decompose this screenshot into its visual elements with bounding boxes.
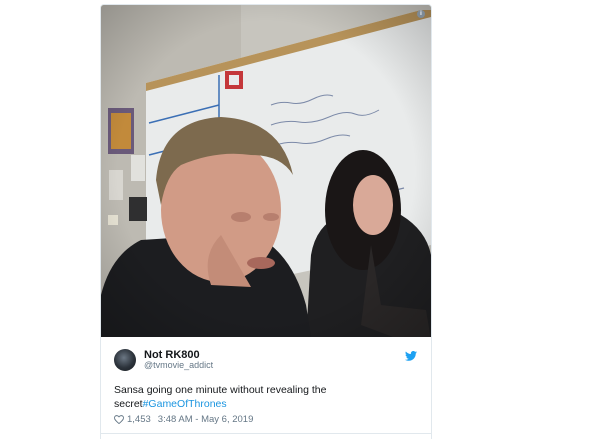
tweet-timestamp[interactable]: 3:48 AM - May 6, 2019 — [158, 414, 254, 425]
hashtag-link[interactable]: #GameOfThrones — [143, 398, 227, 410]
like-count[interactable]: 1,453 — [127, 414, 151, 425]
twitter-bird-icon[interactable] — [405, 351, 417, 361]
avatar[interactable] — [114, 349, 136, 371]
embedded-tweet-card[interactable]: i Not RK800 @tvmovie_addict Sansa going … — [100, 4, 432, 439]
heart-icon[interactable] — [114, 415, 124, 424]
tweet-text: Sansa going one minute without revealing… — [114, 383, 414, 411]
author-names: Not RK800 @tvmovie_addict — [144, 349, 213, 371]
card-divider — [101, 433, 431, 434]
tweet-author[interactable]: Not RK800 @tvmovie_addict — [114, 347, 213, 373]
classroom-photo — [101, 5, 431, 337]
tweet-meta: 1,453 3:48 AM - May 6, 2019 — [114, 414, 253, 425]
tweet-media-photo[interactable]: i — [101, 5, 431, 337]
author-handle[interactable]: @tvmovie_addict — [144, 360, 213, 371]
page: i Not RK800 @tvmovie_addict Sansa going … — [0, 0, 598, 439]
info-icon[interactable]: i — [417, 10, 425, 18]
